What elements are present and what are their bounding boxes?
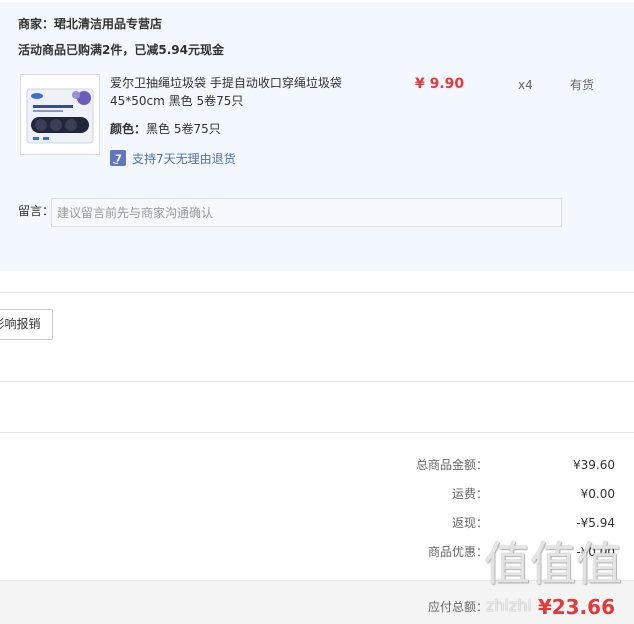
- summary-label: 总商品金额：: [415, 458, 488, 472]
- shop-order-panel: 商家：珺北清洁用品专营店 活动商品已购满2件，已减5.94元现金 爱尔卫抽绳垃圾…: [0, 2, 634, 271]
- summary-row-shipping: 运费： ¥0.00: [0, 480, 634, 509]
- product-price: ¥ 9.90: [415, 76, 465, 92]
- summary-label: 运费：: [451, 487, 488, 501]
- return-icon-number: 7: [115, 154, 122, 165]
- promotion-notice: 活动商品已购满2件，已减5.94元现金: [18, 43, 224, 57]
- stock-status: 有货: [570, 78, 595, 92]
- divider: [0, 292, 634, 293]
- summary-value: -¥0.00: [576, 545, 615, 559]
- color-value: 黑色 5卷75只: [146, 122, 221, 136]
- summary-row-discount: 商品优惠： -¥0.00: [0, 538, 634, 567]
- summary-value: ¥0.00: [580, 487, 615, 501]
- invoice-option-button[interactable]: 影响报销: [0, 309, 53, 340]
- product-title-link[interactable]: 爱尔卫抽绳垃圾袋 手提自动收口穿绳垃圾袋 45*50cm 黑色 5卷75只: [110, 74, 350, 110]
- order-summary: 总商品金额： ¥39.60 运费： ¥0.00 返现： -¥5.94 商品优惠：…: [0, 451, 634, 567]
- summary-label: 返现：: [451, 516, 488, 530]
- summary-row-cashback: 返现： -¥5.94: [0, 509, 634, 538]
- divider: [0, 432, 634, 433]
- summary-label: 商品优惠：: [427, 545, 488, 559]
- total-label: 应付总额：: [427, 600, 488, 614]
- shop-name-link[interactable]: 珺北清洁用品专营店: [54, 17, 162, 31]
- trash-bag-package-image: [26, 88, 94, 144]
- shop-label: 商家：: [18, 17, 55, 31]
- summary-value: ¥39.60: [573, 458, 615, 472]
- seven-day-return-icon: 7: [110, 150, 126, 166]
- divider: [0, 381, 634, 382]
- message-input[interactable]: [51, 198, 562, 227]
- product-image[interactable]: [20, 74, 100, 155]
- summary-value: -¥5.94: [576, 516, 615, 530]
- payable-total-bar: 应付总额： ¥23.66: [0, 580, 634, 624]
- product-attribute: 颜色：黑色 5卷75只: [110, 122, 221, 136]
- message-label: 留言：: [18, 204, 55, 218]
- shop-line: 商家：珺北清洁用品专营店: [18, 17, 162, 31]
- summary-row-goods-total: 总商品金额： ¥39.60: [0, 451, 634, 480]
- color-label: 颜色：: [110, 122, 147, 136]
- return-policy-text: 支持7天无理由退货: [132, 151, 236, 166]
- total-amount: ¥23.66: [537, 595, 615, 619]
- return-policy: 7 支持7天无理由退货: [110, 149, 236, 167]
- product-quantity: x4: [518, 78, 533, 92]
